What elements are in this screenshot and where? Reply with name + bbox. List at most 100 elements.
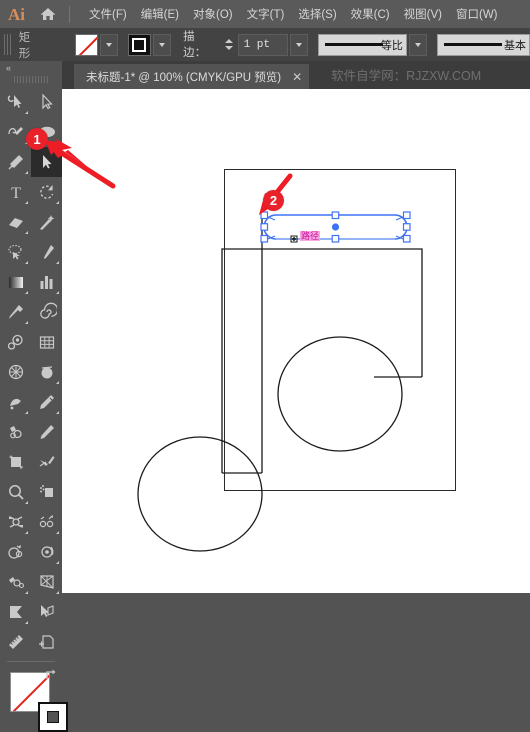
control-bar: 矩形 描边： 1 pt 等比 基本 (0, 28, 530, 62)
center-anchor-point (331, 223, 340, 231)
tool-type[interactable]: T (0, 177, 31, 207)
stepper-down-icon[interactable] (225, 46, 234, 50)
menu-object[interactable]: 对象(O) (186, 3, 240, 25)
tool-shape-builder-3[interactable] (0, 597, 31, 627)
tool-zoom[interactable] (0, 477, 31, 507)
menu-items: 文件(F) 编辑(E) 对象(O) 文字(T) 选择(S) 效果(C) 视图(V… (82, 3, 505, 25)
tool-pencil[interactable] (31, 387, 62, 417)
tool-artboard[interactable] (0, 447, 31, 477)
tool-flyout-indicator (25, 501, 28, 504)
tool-blob-brush[interactable] (0, 327, 31, 357)
tool-column-graph[interactable] (31, 267, 62, 297)
tool-flyout-indicator (56, 531, 59, 534)
menu-effect[interactable]: 效果(C) (344, 3, 397, 25)
menu-edit[interactable]: 编辑(E) (134, 3, 186, 25)
chevron-down-icon (295, 42, 302, 47)
fill-dropdown-button[interactable] (99, 33, 118, 56)
tool-measure[interactable] (0, 627, 31, 657)
tool-lasso[interactable] (0, 237, 31, 267)
tool-rotate[interactable] (31, 177, 62, 207)
stroke-weight-input[interactable]: 1 pt (237, 33, 288, 56)
document-tab-title: 未标题-1* @ 100% (CMYK/GPU 预览) (86, 71, 282, 84)
tool-flyout-indicator (25, 111, 28, 114)
tool-shaper[interactable] (0, 87, 31, 117)
document-tab[interactable]: 未标题-1* @ 100% (CMYK/GPU 预览) ✕ (74, 64, 310, 89)
tool-flyout-indicator (25, 261, 28, 264)
width-profile-label: 等比 (380, 39, 403, 52)
tool-print-tiling[interactable] (31, 477, 62, 507)
tool-magic-wand[interactable] (31, 207, 62, 237)
toolbar-collapse-button[interactable]: « (0, 61, 62, 74)
tool-slice[interactable] (31, 447, 62, 477)
chevron-down-icon (159, 42, 166, 47)
tools-grid: T (0, 87, 62, 657)
close-icon[interactable]: ✕ (292, 71, 302, 83)
selection-context-label: 矩形 (18, 31, 31, 60)
tool-flyout-indicator (56, 291, 59, 294)
collapse-icon: « (6, 62, 11, 73)
stroke-inner-hole (47, 711, 59, 723)
stepper-up-icon[interactable] (225, 39, 234, 43)
swap-fill-stroke-icon[interactable] (44, 668, 58, 687)
tool-flyout-indicator (25, 291, 28, 294)
fill-color-swatch[interactable] (74, 33, 98, 56)
toolbar-stroke-swatch[interactable] (38, 702, 68, 732)
tool-symbol-sprayer[interactable] (0, 387, 31, 417)
menu-bar: Ai 文件(F) 编辑(E) 对象(O) 文字(T) 选择(S) 效果(C) 视… (0, 0, 530, 28)
tool-flyout-indicator (25, 171, 28, 174)
tool-paintbrush-2[interactable] (0, 417, 31, 447)
home-icon[interactable] (39, 6, 57, 22)
tool-flyout-indicator (56, 261, 59, 264)
step-badge-2: 2 (263, 190, 284, 211)
tool-direct-selection[interactable] (31, 87, 62, 117)
chevron-down-icon (105, 42, 112, 47)
tool-gradient[interactable] (0, 267, 31, 297)
stroke-weight-dropdown-button[interactable] (289, 33, 308, 56)
tool-spiral[interactable] (31, 297, 62, 327)
tool-mesh[interactable] (31, 327, 62, 357)
stroke-inner-square (132, 37, 147, 52)
illustrator-window: Ai 文件(F) 编辑(E) 对象(O) 文字(T) 选择(S) 效果(C) 视… (0, 0, 530, 732)
fill-stroke-controls (0, 666, 68, 732)
control-bar-grip[interactable] (4, 34, 11, 55)
tool-flyout-indicator (56, 141, 59, 144)
menu-divider (69, 5, 70, 23)
width-profile-dropdown-button[interactable] (408, 33, 428, 56)
stroke-dropdown-button[interactable] (152, 33, 172, 56)
tool-flyout-indicator (25, 621, 28, 624)
app-logo: Ai (8, 4, 25, 24)
tool-shape-builder[interactable] (31, 357, 62, 387)
document-canvas[interactable]: 路径 (62, 89, 530, 593)
tool-flyout-indicator (25, 531, 28, 534)
tool-blob-brush-2[interactable] (31, 417, 62, 447)
brush-definition-select[interactable]: 基本 (437, 33, 530, 56)
tool-flyout-indicator (25, 201, 28, 204)
tool-flyout-indicator (56, 411, 59, 414)
tool-selection[interactable] (31, 147, 62, 177)
toolbar-grip[interactable] (14, 76, 48, 83)
tool-eyedropper[interactable] (0, 297, 31, 327)
menu-window[interactable]: 窗口(W) (449, 3, 505, 25)
tool-pen[interactable] (31, 237, 62, 267)
tool-scale-shear[interactable] (31, 507, 62, 537)
tool-eraser[interactable] (0, 207, 31, 237)
brush-definition-preview (444, 43, 503, 46)
tool-perspective-grid[interactable] (0, 357, 31, 387)
tool-rotate-twirl[interactable] (0, 507, 31, 537)
tool-paintbrush[interactable] (0, 147, 31, 177)
menu-type[interactable]: 文字(T) (240, 3, 292, 25)
width-profile-preview (324, 43, 383, 46)
stroke-color-swatch[interactable] (127, 33, 151, 56)
smart-guide-label: 路径 (300, 231, 321, 241)
tool-artboard-2[interactable] (31, 627, 62, 657)
tool-flyout-indicator (56, 201, 59, 204)
menu-select[interactable]: 选择(S) (291, 3, 343, 25)
menu-file[interactable]: 文件(F) (82, 3, 134, 25)
width-profile-select[interactable]: 等比 (317, 33, 407, 56)
tool-free-transform[interactable] (31, 597, 62, 627)
stroke-weight-stepper[interactable] (224, 35, 235, 55)
menu-view[interactable]: 视图(V) (397, 3, 449, 25)
tool-blend[interactable] (0, 537, 31, 567)
tool-reshape[interactable] (31, 537, 62, 567)
stroke-weight-label[interactable]: 描边： (183, 28, 217, 62)
